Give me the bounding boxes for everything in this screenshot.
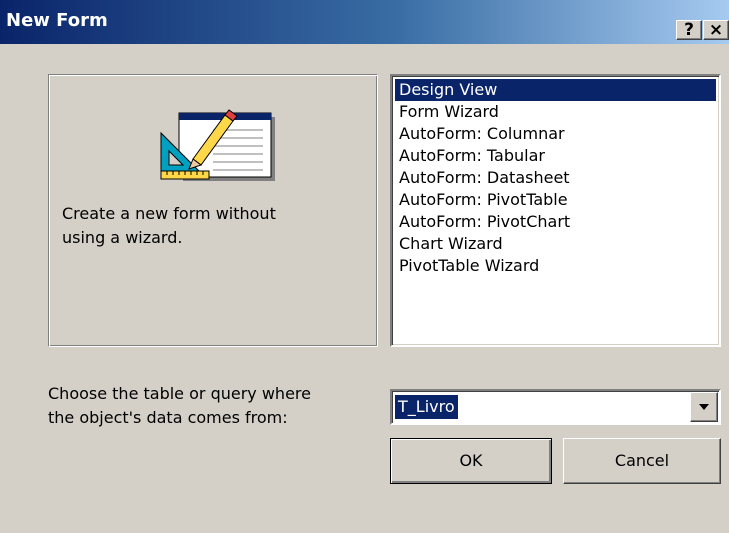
close-button[interactable]: × bbox=[703, 20, 729, 40]
table-query-value[interactable]: T_Livro bbox=[395, 395, 458, 419]
list-item[interactable]: PivotTable Wizard bbox=[395, 255, 716, 277]
form-design-icon bbox=[160, 109, 275, 181]
list-item[interactable]: AutoForm: Tabular bbox=[395, 145, 716, 167]
list-item[interactable]: AutoForm: Datasheet bbox=[395, 167, 716, 189]
table-query-combo[interactable]: T_Livro bbox=[390, 389, 721, 425]
chevron-down-icon bbox=[699, 404, 709, 410]
list-item[interactable]: AutoForm: Columnar bbox=[395, 123, 716, 145]
source-label: Choose the table or query where the obje… bbox=[48, 384, 311, 427]
list-item[interactable]: Design View bbox=[395, 79, 716, 101]
dialog-title: New Form bbox=[6, 10, 108, 31]
help-button[interactable]: ? bbox=[676, 20, 702, 40]
preview-panel: Create a new form without using a wizard… bbox=[48, 74, 378, 347]
form-type-list[interactable]: Design View Form Wizard AutoForm: Columnar… bbox=[390, 74, 721, 347]
ok-button[interactable]: OK bbox=[390, 438, 552, 484]
list-item[interactable]: Chart Wizard bbox=[395, 233, 716, 255]
preview-description: Create a new form without using a wizard… bbox=[62, 204, 276, 247]
title-bar[interactable]: New Form ? × bbox=[0, 0, 729, 44]
list-item[interactable]: Form Wizard bbox=[395, 101, 716, 123]
list-item[interactable]: AutoForm: PivotTable bbox=[395, 189, 716, 211]
new-form-dialog: New Form ? × Create a new form without u… bbox=[0, 0, 729, 533]
list-item[interactable]: AutoForm: PivotChart bbox=[395, 211, 716, 233]
dropdown-button[interactable] bbox=[690, 392, 718, 422]
cancel-button[interactable]: Cancel bbox=[563, 438, 721, 484]
